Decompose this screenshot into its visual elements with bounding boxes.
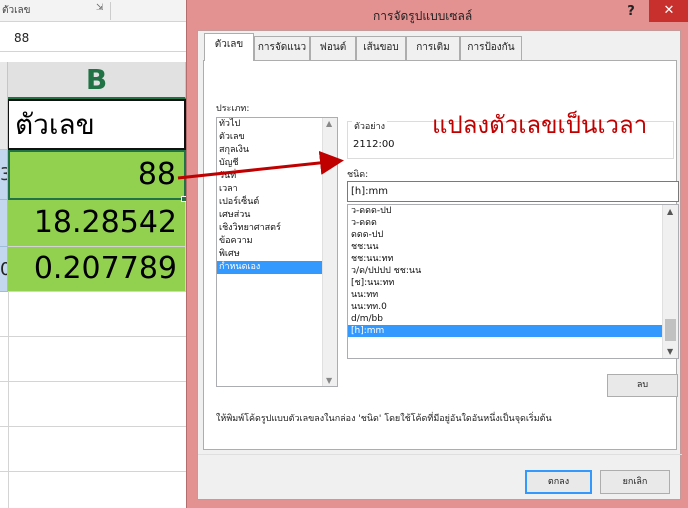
select-all-corner[interactable] xyxy=(0,62,8,99)
row-header[interactable]: 0 xyxy=(0,247,8,292)
format-cells-dialog: การจัดรูปแบบเซลล์ ? ✕ ตัวเลข การจัดแนว ฟ… xyxy=(186,0,688,508)
excel-sheet: ตัวเลข ⇲ 88 B 3 0 ตัวเลข 88 18.28542 0.2… xyxy=(0,0,190,508)
category-item[interactable]: บัญชี xyxy=(217,157,337,170)
scroll-up-icon[interactable]: ▲ xyxy=(326,119,332,128)
help-button[interactable]: ? xyxy=(621,2,641,22)
divider xyxy=(198,454,682,455)
cell-selected[interactable]: 88 xyxy=(8,150,186,200)
tab-fill[interactable]: การเติม xyxy=(406,36,460,60)
type-label: ชนิด: xyxy=(347,170,369,180)
row-header[interactable] xyxy=(0,200,8,247)
category-item[interactable]: กำหนดเอง xyxy=(217,261,337,274)
dialog-body: ตัวเลข การจัดแนว ฟอนต์ เส้นขอบ การเติม ก… xyxy=(197,30,682,500)
tab-border[interactable]: เส้นขอบ xyxy=(356,36,406,60)
category-item[interactable]: ทั่วไป xyxy=(217,118,337,131)
cell-header[interactable]: ตัวเลข xyxy=(8,99,186,150)
hint-text: ให้พิมพ์โค้ดรูปแบบตัวเลขลงในกล่อง 'ชนิด'… xyxy=(216,414,552,424)
format-code-item[interactable]: ดดด-ปป xyxy=(348,229,678,241)
ok-button[interactable]: ตกลง xyxy=(525,470,592,494)
category-item[interactable]: ข้อความ xyxy=(217,235,337,248)
format-code-list[interactable]: ว-ดดด-ปป ว-ดดด ดดด-ปป ชช:นน ชช:นน:ทท ว/ด/ปปปป… xyxy=(347,204,679,359)
ribbon-strip: ตัวเลข ⇲ xyxy=(0,0,190,22)
ribbon-divider xyxy=(110,2,111,20)
dialog-title: การจัดรูปแบบเซลล์ xyxy=(373,9,473,23)
number-tab-panel: ประเภท: ทั่วไป ตัวเลข สกุลเงิน บัญชี วันที่เ… xyxy=(203,60,679,450)
format-code-item[interactable]: d/m/bb xyxy=(348,313,678,325)
category-item[interactable]: เศษส่วน xyxy=(217,209,337,222)
category-item[interactable]: ตัวเลข xyxy=(217,131,337,144)
row-header[interactable] xyxy=(0,99,8,150)
ribbon-group-label: ตัวเลข xyxy=(2,5,31,16)
cancel-button[interactable]: ยกเลิก xyxy=(600,470,670,494)
category-scrollbar[interactable]: ▲ ▼ xyxy=(322,118,337,386)
format-code-item[interactable]: ว/ด/ปปปป ชช:นน xyxy=(348,265,678,277)
category-item[interactable]: สกุลเงิน xyxy=(217,144,337,157)
tab-number[interactable]: ตัวเลข xyxy=(204,33,254,61)
annotation-text: แปลงตัวเลขเป็นเวลา xyxy=(432,111,648,139)
cell[interactable]: 0.207789 xyxy=(8,247,186,292)
formula-value: 88 xyxy=(14,31,30,45)
category-list[interactable]: ทั่วไป ตัวเลข สกุลเงิน บัญชี วันที่ เวลา เปอร์… xyxy=(216,117,338,387)
scroll-thumb[interactable] xyxy=(665,319,676,341)
format-code-item[interactable]: ว-ดดด xyxy=(348,217,678,229)
sample-value: 2112:00 xyxy=(353,139,395,150)
dialog-launcher-icon[interactable]: ⇲ xyxy=(96,3,104,13)
format-code-item[interactable]: ชช:นน xyxy=(348,241,678,253)
type-input[interactable]: [h]:mm xyxy=(347,181,679,202)
format-code-item[interactable]: [h]:mm xyxy=(348,325,678,337)
row-header[interactable]: 3 xyxy=(0,150,8,200)
category-item[interactable]: วันที่ xyxy=(217,170,337,183)
category-item[interactable]: เวลา xyxy=(217,183,337,196)
sample-label: ตัวอย่าง xyxy=(352,119,388,133)
format-code-item[interactable]: ชช:นน:ทท xyxy=(348,253,678,265)
format-code-item[interactable]: นน:ทท xyxy=(348,289,678,301)
tab-alignment[interactable]: การจัดแนว xyxy=(254,36,310,60)
tab-font[interactable]: ฟอนต์ xyxy=(310,36,356,60)
category-item[interactable]: เชิงวิทยาศาสตร์ xyxy=(217,222,337,235)
format-code-item[interactable]: [ช]:นน:ทท xyxy=(348,277,678,289)
category-label: ประเภท: xyxy=(216,104,250,114)
tab-protection[interactable]: การป้องกัน xyxy=(460,36,522,60)
cell[interactable]: 18.28542 xyxy=(8,200,186,247)
category-item[interactable]: เปอร์เซ็นต์ xyxy=(217,196,337,209)
format-code-item[interactable]: นน:ทท.0 xyxy=(348,301,678,313)
column-header-b[interactable]: B xyxy=(8,62,186,99)
close-button[interactable]: ✕ xyxy=(649,0,688,22)
empty-grid[interactable] xyxy=(0,292,190,508)
format-scrollbar[interactable]: ▲ ▼ xyxy=(662,205,678,358)
formula-bar[interactable]: 88 xyxy=(0,24,190,52)
scroll-down-icon[interactable]: ▼ xyxy=(667,347,673,356)
scroll-up-icon[interactable]: ▲ xyxy=(667,207,673,216)
delete-button[interactable]: ลบ xyxy=(607,374,678,397)
format-code-item[interactable]: ว-ดดด-ปป xyxy=(348,205,678,217)
category-item[interactable]: พิเศษ xyxy=(217,248,337,261)
scroll-down-icon[interactable]: ▼ xyxy=(326,376,332,385)
